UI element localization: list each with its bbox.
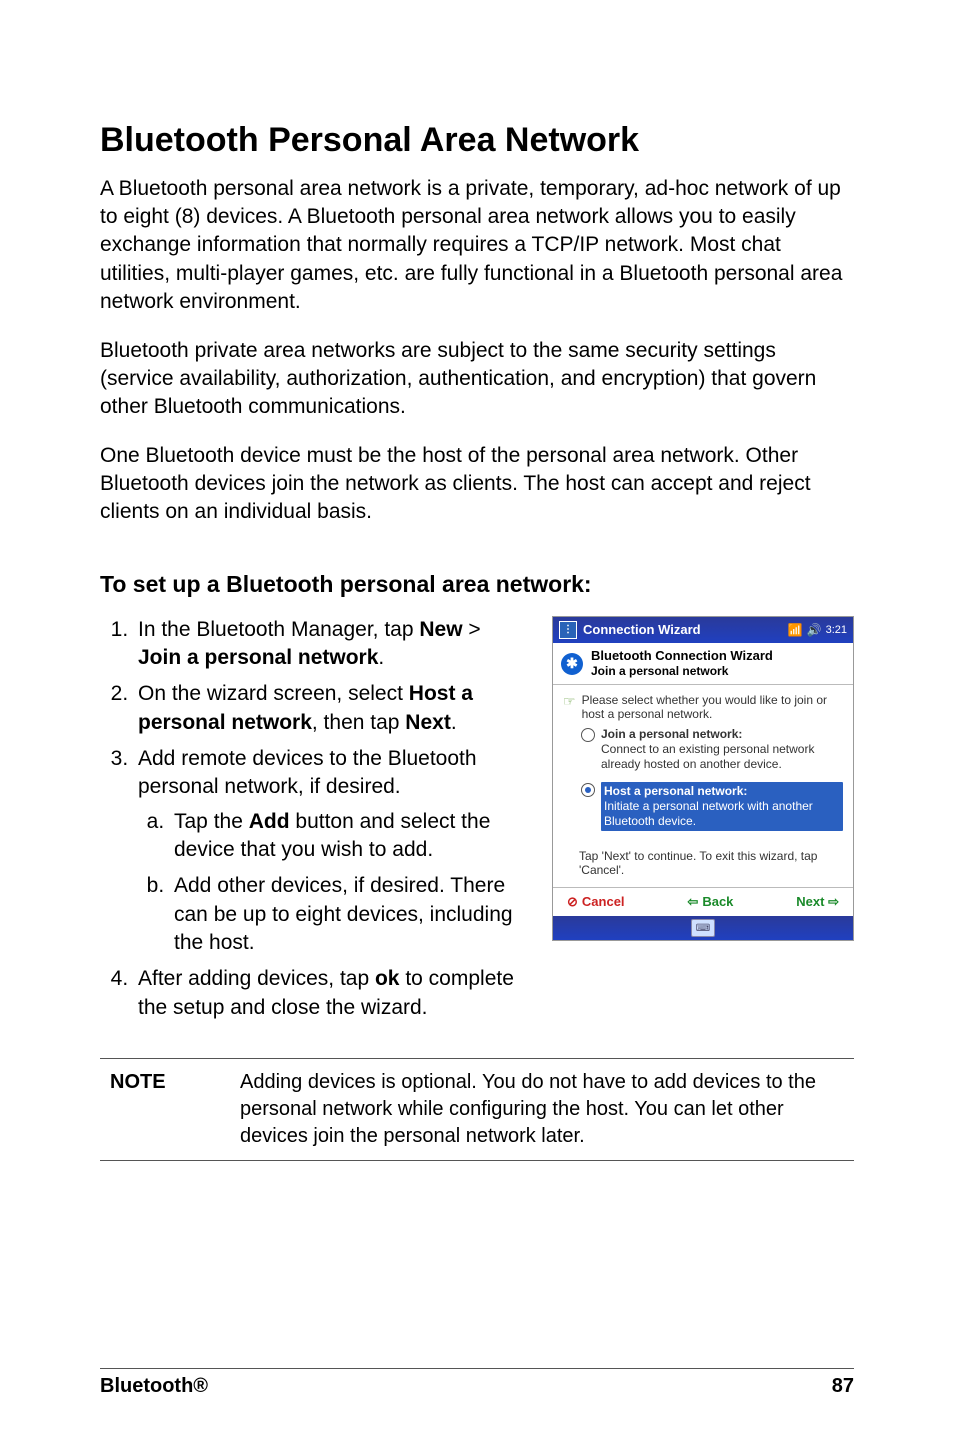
section-subheading: To set up a Bluetooth personal area netw… <box>100 571 854 598</box>
footer-chapter: Bluetooth® <box>100 1375 208 1398</box>
step-1-bold-new: New <box>419 618 462 641</box>
wizard-header: ✱ Bluetooth Connection Wizard Join a per… <box>553 643 853 686</box>
step-4-text-a: After adding devices, tap <box>138 967 375 990</box>
page-footer: Bluetooth® 87 <box>100 1328 854 1398</box>
wizard-subtitle: Join a personal network <box>591 664 728 678</box>
step-1-bold-join: Join a personal network <box>138 646 378 669</box>
titlebar-title: Connection Wizard <box>583 622 701 637</box>
radio-icon <box>581 783 595 797</box>
step-3a: Tap the Add button and select the device… <box>170 808 528 865</box>
hand-icon: ☞ <box>563 693 576 721</box>
step-3a-bold-add: Add <box>249 810 290 833</box>
page-title: Bluetooth Personal Area Network <box>100 120 854 161</box>
step-3a-text-a: Tap the <box>174 810 249 833</box>
prompt-text: Please select whether you would like to … <box>582 693 843 721</box>
step-3-text: Add remote devices to the Bluetooth pers… <box>138 747 477 798</box>
bluetooth-icon: ✱ <box>561 653 583 675</box>
radio-icon <box>581 728 595 742</box>
step-1: In the Bluetooth Manager, tap New > Join… <box>134 616 528 673</box>
step-2-text-c: , then tap <box>312 711 405 734</box>
note-box: NOTE Adding devices is optional. You do … <box>100 1058 854 1161</box>
app-icon: ⋮ <box>559 621 577 639</box>
keyboard-icon[interactable]: ⌨ <box>691 919 715 937</box>
paragraph-1: A Bluetooth personal area network is a p… <box>100 175 854 317</box>
wizard-title: Bluetooth Connection Wizard <box>591 648 773 663</box>
radio-option-host[interactable]: Host a personal network: Initiate a pers… <box>581 782 843 831</box>
note-label: NOTE <box>100 1069 210 1150</box>
footer-rule <box>100 1368 854 1369</box>
back-button[interactable]: Back <box>687 894 733 910</box>
cancel-button[interactable]: Cancel <box>567 894 625 910</box>
step-2: On the wizard screen, select Host a pers… <box>134 680 528 737</box>
wizard-footnote: Tap 'Next' to continue. To exit this wiz… <box>553 845 853 887</box>
step-2-text-e: . <box>451 711 457 734</box>
option-host-desc: Initiate a personal network with another… <box>604 799 813 828</box>
device-screenshot: ⋮ Connection Wizard 📶 🔊 3:21 ✱ Bluetooth… <box>552 616 854 942</box>
note-text: Adding devices is optional. You do not h… <box>240 1069 854 1150</box>
step-1-text-e: . <box>378 646 384 669</box>
step-3: Add remote devices to the Bluetooth pers… <box>134 745 528 957</box>
document-page: Bluetooth Personal Area Network A Blueto… <box>0 0 954 1438</box>
step-1-text-a: In the Bluetooth Manager, tap <box>138 618 419 641</box>
step-2-text-a: On the wizard screen, select <box>138 682 409 705</box>
clock-text: 3:21 <box>826 624 847 636</box>
option-join-desc: Connect to an existing personal network … <box>601 742 814 771</box>
steps-column: In the Bluetooth Manager, tap New > Join… <box>100 616 528 1030</box>
next-button[interactable]: Next <box>796 894 839 910</box>
option-join-title: Join a personal network: <box>601 727 843 742</box>
step-1-text-c: > <box>463 618 481 641</box>
device-bottombar: ⌨ <box>553 916 853 940</box>
radio-option-join[interactable]: Join a personal network: Connect to an e… <box>581 727 843 772</box>
system-tray: 📶 🔊 3:21 <box>788 623 847 637</box>
paragraph-3: One Bluetooth device must be the host of… <box>100 442 854 527</box>
wizard-prompt: ☞ Please select whether you would like t… <box>563 693 843 721</box>
option-host-title: Host a personal network: <box>604 784 840 799</box>
paragraph-2: Bluetooth private area networks are subj… <box>100 337 854 422</box>
step-2-bold-next: Next <box>405 711 451 734</box>
wizard-button-bar: Cancel Back Next <box>553 887 853 916</box>
sound-icon: 🔊 <box>807 623 822 637</box>
step-4: After adding devices, tap ok to complete… <box>134 965 528 1022</box>
footer-page-number: 87 <box>832 1375 854 1398</box>
signal-icon: 📶 <box>788 623 803 637</box>
device-titlebar: ⋮ Connection Wizard 📶 🔊 3:21 <box>553 617 853 643</box>
step-3b: Add other devices, if desired. There can… <box>170 872 528 957</box>
step-4-bold-ok: ok <box>375 967 400 990</box>
